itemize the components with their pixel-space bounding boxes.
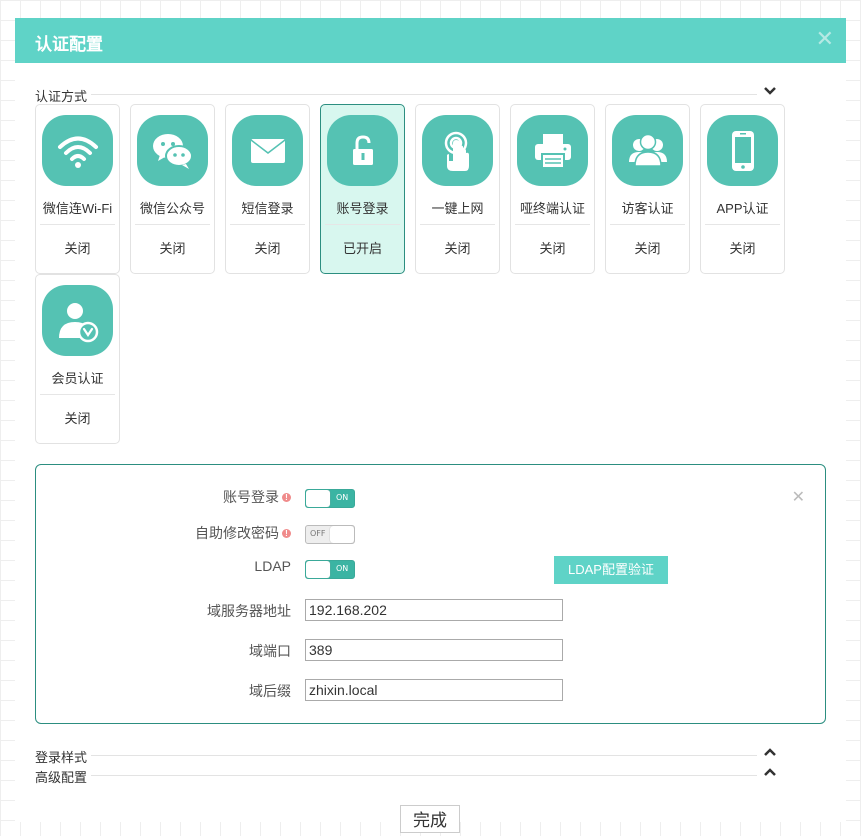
toggle-text: ON (336, 564, 349, 573)
card-divider (420, 224, 495, 225)
section-divider (35, 775, 757, 776)
self-change-pwd-toggle[interactable]: OFF (305, 525, 355, 544)
card-divider (135, 224, 210, 225)
close-icon[interactable]: ✕ (816, 28, 834, 50)
method-card-dumb-terminal[interactable]: 哑终端认证 关闭 (510, 104, 595, 274)
method-name: APP认证 (716, 201, 769, 216)
toggle-knob (330, 526, 354, 543)
ldap-verify-button[interactable]: LDAP配置验证 (554, 556, 668, 584)
method-card-wechat-wifi[interactable]: 微信连Wi-Fi 关闭 (35, 104, 120, 274)
account-login-label: 账号登录 (223, 489, 279, 505)
wechat-icon (137, 115, 208, 186)
card-divider (515, 224, 590, 225)
card-divider (325, 224, 400, 225)
method-name: 账号登录 (336, 201, 389, 216)
method-card-member[interactable]: 会员认证 关闭 (35, 274, 120, 444)
envelope-icon (232, 115, 303, 186)
account-login-row: 账号登录! (223, 487, 291, 507)
info-icon[interactable]: ! (282, 529, 291, 538)
method-status: 关闭 (729, 241, 756, 256)
self-change-pwd-row: 自助修改密码! (195, 523, 291, 543)
ldap-toggle[interactable]: ON (305, 560, 355, 579)
self-change-pwd-label: 自助修改密码 (195, 525, 279, 541)
section-divider (35, 94, 757, 95)
chevron-up-icon[interactable] (763, 744, 777, 760)
domain-port-label: 域端口 (249, 643, 291, 659)
method-card-wechat-official[interactable]: 微信公众号 关闭 (130, 104, 215, 274)
toggle-text: OFF (310, 529, 326, 538)
method-name: 会员认证 (51, 371, 104, 386)
section-auth-method-label: 认证方式 (35, 86, 92, 105)
card-divider (40, 224, 115, 225)
method-name: 哑终端认证 (519, 201, 585, 216)
card-divider (40, 394, 115, 395)
phone-icon (707, 115, 778, 186)
method-card-visitor[interactable]: 访客认证 关闭 (605, 104, 690, 274)
lock-icon (327, 115, 398, 186)
card-divider (610, 224, 685, 225)
toggle-knob (306, 490, 330, 507)
domain-port-input[interactable] (305, 639, 563, 661)
method-name: 一键上网 (431, 201, 484, 216)
section-login-style[interactable]: 登录样式 (35, 744, 777, 766)
ldap-label: LDAP (254, 558, 291, 574)
method-status: 关闭 (539, 241, 566, 256)
domain-server-input[interactable] (305, 599, 563, 621)
method-card-one-click[interactable]: 一键上网 关闭 (415, 104, 500, 274)
section-advanced-label: 高级配置 (35, 767, 92, 786)
dialog-title: 认证配置 (35, 35, 103, 54)
section-advanced[interactable]: 高级配置 (35, 764, 777, 786)
users-icon (612, 115, 683, 186)
printer-icon (517, 115, 588, 186)
method-card-app[interactable]: APP认证 关闭 (700, 104, 785, 274)
member-icon (42, 285, 113, 356)
domain-suffix-input[interactable] (305, 679, 563, 701)
domain-server-label: 域服务器地址 (207, 603, 291, 619)
chevron-up-icon[interactable] (763, 764, 777, 780)
domain-suffix-label: 域后缀 (249, 683, 291, 699)
method-card-sms[interactable]: 短信登录 关闭 (225, 104, 310, 274)
section-login-style-label: 登录样式 (35, 747, 92, 766)
method-status: 关闭 (254, 241, 281, 256)
method-status: 关闭 (634, 241, 661, 256)
method-status: 已开启 (342, 241, 382, 256)
account-login-toggle[interactable]: ON (305, 489, 355, 508)
method-card-account[interactable]: 账号登录 已开启 (320, 104, 405, 274)
toggle-text: ON (336, 493, 349, 502)
method-name: 微信连Wi-Fi (42, 201, 113, 216)
done-button[interactable]: 完成 (400, 805, 460, 833)
method-name: 短信登录 (241, 201, 294, 216)
chevron-down-icon[interactable] (763, 83, 777, 99)
tap-icon (422, 115, 493, 186)
method-status: 关闭 (159, 241, 186, 256)
section-auth-method[interactable]: 认证方式 (35, 83, 777, 105)
info-icon[interactable]: ! (282, 493, 291, 502)
close-icon[interactable]: ✕ (792, 487, 805, 507)
card-divider (705, 224, 780, 225)
account-login-config-panel: ✕ 账号登录! ON 自助修改密码! OFF LDAP ON LDAP配置验证 … (35, 464, 826, 724)
auth-config-dialog: 认证配置 ✕ 认证方式 微信连Wi-Fi 关闭 微信公众号 关闭 短信登录 关闭… (15, 18, 846, 833)
method-status: 关闭 (64, 411, 91, 426)
wifi-icon (42, 115, 113, 186)
method-status: 关闭 (444, 241, 471, 256)
method-name: 访客认证 (621, 201, 674, 216)
method-status: 关闭 (64, 241, 91, 256)
toggle-knob (306, 561, 330, 578)
section-divider (35, 755, 757, 756)
card-divider (230, 224, 305, 225)
method-name: 微信公众号 (139, 201, 205, 216)
dialog-header: 认证配置 ✕ (15, 18, 846, 63)
